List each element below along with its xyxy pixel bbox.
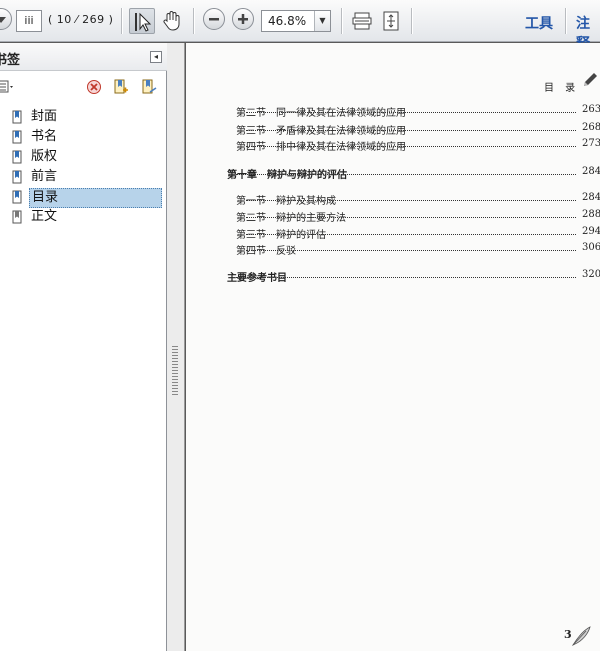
bookmark-icon bbox=[12, 190, 22, 204]
leader-dots bbox=[246, 217, 576, 218]
new-bookmark-icon[interactable] bbox=[113, 78, 129, 96]
toc-page: 263 bbox=[580, 104, 600, 115]
main-toolbar: iii ( 10 ⁄ 269 ) 46.8% ▼ 工具 注 bbox=[0, 0, 600, 52]
bookmark-label: 前言 bbox=[31, 169, 58, 184]
bookmark-icon bbox=[12, 170, 22, 184]
leader-dots bbox=[246, 250, 576, 251]
bookmark-item[interactable]: 前言 bbox=[0, 167, 165, 187]
bookmark-icon bbox=[12, 210, 22, 224]
tools-tab[interactable]: 工具 bbox=[525, 13, 553, 33]
zoom-in-button[interactable] bbox=[232, 8, 254, 30]
bookmark-item[interactable]: 封面 bbox=[0, 107, 165, 127]
bookmark-item[interactable]: 版权 bbox=[0, 147, 165, 167]
toc-page: 320 bbox=[580, 269, 600, 280]
fit-page-icon bbox=[383, 11, 399, 31]
zoom-out-button[interactable] bbox=[203, 8, 225, 30]
page-number-input[interactable]: iii bbox=[16, 10, 42, 32]
zoom-level-select[interactable]: 46.8% ▼ bbox=[261, 10, 331, 32]
leader-dots bbox=[246, 200, 576, 201]
feather-icon bbox=[571, 626, 591, 646]
fit-width-icon bbox=[352, 12, 372, 30]
document-viewport[interactable]: 目 录 第二节 同一律及其在法律领域的应用 263 第三节 矛盾律及其在法律领域… bbox=[186, 43, 600, 651]
next-page-button[interactable] bbox=[0, 8, 12, 30]
bookmark-tree: 封面 书名 版权 前言 目录 正文 bbox=[0, 107, 165, 227]
leader-dots bbox=[246, 234, 576, 235]
toolbar-divider bbox=[193, 8, 194, 34]
plus-icon bbox=[238, 14, 248, 24]
toc-page: 284 bbox=[580, 166, 600, 177]
toolbar-divider bbox=[565, 8, 566, 34]
bookmarks-header: 书签 ◂ bbox=[0, 43, 167, 71]
collapse-panel-button[interactable]: ◂ bbox=[150, 51, 162, 63]
pencil-icon bbox=[584, 73, 597, 86]
delete-bookmark-icon[interactable] bbox=[86, 79, 102, 95]
toc-page: 288 bbox=[580, 209, 600, 220]
options-menu-icon[interactable] bbox=[0, 79, 16, 95]
bookmark-item-selected[interactable]: 目录 bbox=[0, 187, 165, 208]
bookmark-label: 目录 bbox=[29, 188, 162, 208]
toc-page: 273 bbox=[580, 138, 600, 149]
bookmarks-panel: 书签 ◂ 封面 书名 版权 前言 目录 正文 bbox=[0, 43, 167, 651]
pdf-page: 目 录 第二节 同一律及其在法律领域的应用 263 第三节 矛盾律及其在法律领域… bbox=[186, 43, 600, 651]
leader-dots bbox=[236, 174, 576, 175]
bookmark-item[interactable]: 书名 bbox=[0, 127, 165, 147]
fit-width-button[interactable] bbox=[349, 8, 375, 34]
resize-grip-icon[interactable] bbox=[172, 346, 178, 396]
bookmark-label: 正文 bbox=[31, 209, 58, 224]
arrow-down-icon bbox=[0, 17, 6, 23]
toolbar-divider bbox=[121, 8, 122, 34]
leader-dots bbox=[236, 277, 576, 278]
minus-icon bbox=[209, 18, 219, 21]
zoom-value: 46.8% bbox=[268, 14, 307, 28]
panel-splitter[interactable] bbox=[167, 43, 185, 651]
bookmark-label: 版权 bbox=[31, 149, 58, 164]
hand-tool-button[interactable] bbox=[159, 8, 185, 34]
panel-title: 书签 bbox=[0, 53, 21, 68]
cursor-icon bbox=[135, 12, 152, 32]
bookmark-label: 书名 bbox=[31, 129, 58, 144]
bookmark-item[interactable]: 正文 bbox=[0, 207, 165, 227]
expand-bookmark-icon[interactable] bbox=[141, 78, 157, 96]
leader-dots bbox=[246, 112, 576, 113]
leader-dots bbox=[246, 130, 576, 131]
toc-page: 306 bbox=[580, 242, 600, 253]
fit-page-button[interactable] bbox=[378, 8, 404, 34]
bookmark-icon bbox=[12, 110, 22, 124]
chevron-down-icon[interactable]: ▼ bbox=[314, 11, 330, 31]
bookmark-icon bbox=[12, 130, 22, 144]
running-head: 目 录 bbox=[544, 83, 580, 94]
select-tool-button[interactable] bbox=[129, 8, 155, 34]
hand-icon bbox=[163, 11, 180, 31]
toolbar-divider bbox=[341, 8, 342, 34]
toc-page: 284 bbox=[580, 192, 600, 203]
toc-page: 268 bbox=[580, 122, 600, 133]
page-count: ( 10 ⁄ 269 ) bbox=[48, 13, 114, 26]
toc-page: 294 bbox=[580, 226, 600, 237]
bookmark-icon bbox=[12, 150, 22, 164]
bookmarks-toolbar bbox=[0, 77, 167, 99]
leader-dots bbox=[246, 146, 576, 147]
toolbar-divider bbox=[411, 8, 412, 34]
bookmark-label: 封面 bbox=[31, 109, 58, 124]
